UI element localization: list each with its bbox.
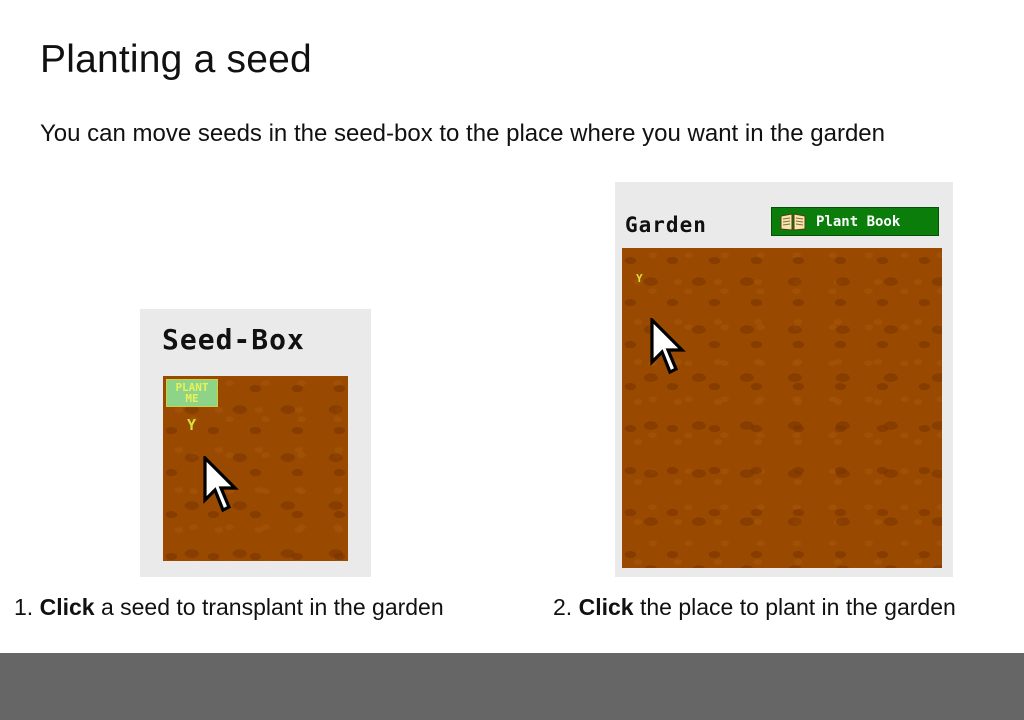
step-1-number: 1. [14,594,34,620]
step-2-caption: 2. Click the place to plant in the garde… [553,594,956,621]
arrow-cursor-icon [203,456,239,513]
seedbox-soil-grid[interactable]: PLANT ME Y [163,376,348,561]
step-2-number: 2. [553,594,573,620]
plant-book-label: Plant Book [816,213,901,230]
step-2-action: Click [578,594,634,620]
garden-heading: Garden [625,213,707,237]
open-book-icon [780,212,806,231]
slide-title: Planting a seed [40,38,312,81]
step-1-caption: 1. Click a seed to transplant in the gar… [14,594,444,621]
garden-sprout-icon: Y [636,272,643,285]
arrow-cursor-icon [650,318,686,375]
plant-me-line-2: ME [185,392,199,405]
slide-subtitle: You can move seeds in the seed-box to th… [40,120,886,147]
plant-me-label: PLANT ME [166,379,218,407]
seedbox-panel: Seed-Box PLANT ME Y [140,309,371,577]
step-1-text: a seed to transplant in the garden [94,594,444,620]
seedbox-heading: Seed-Box [162,323,305,356]
garden-soil-grid[interactable]: Y [622,248,942,568]
step-1-action: Click [39,594,95,620]
plant-book-button[interactable]: Plant Book [771,207,939,236]
footer-bar [0,653,1024,720]
step-2-text: the place to plant in the garden [633,594,956,620]
garden-panel: Garden Plant Book Y [615,182,953,577]
seed-sprout-icon[interactable]: Y [187,416,196,434]
